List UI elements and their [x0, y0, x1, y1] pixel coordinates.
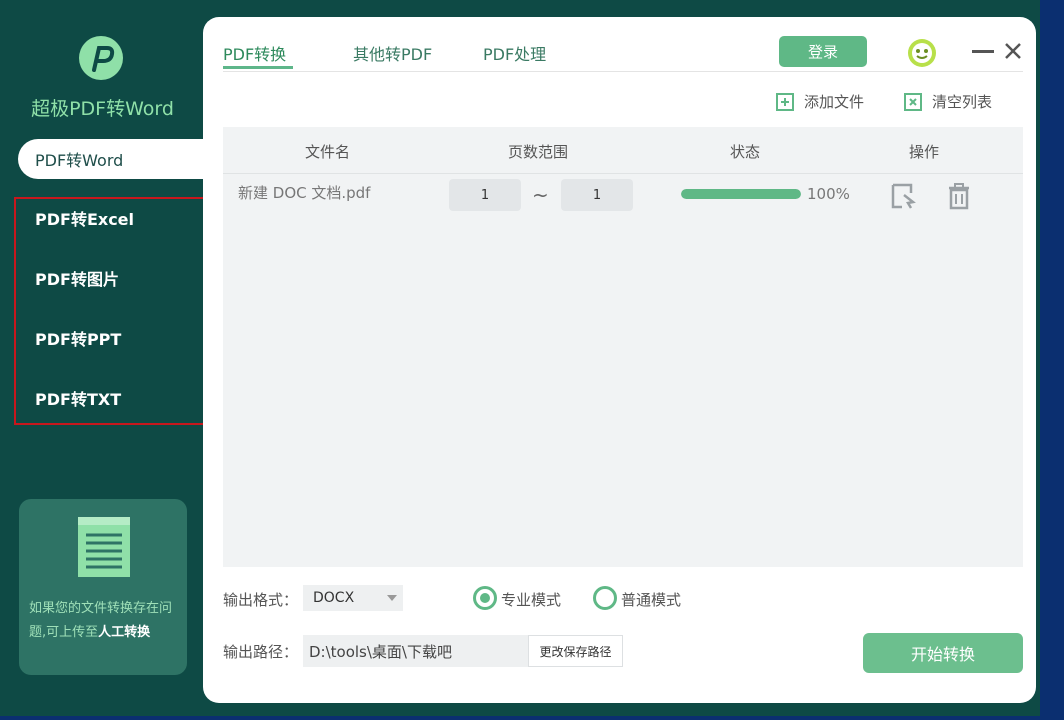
tab-pdf-process[interactable]: PDF处理 [483, 41, 546, 65]
help-card: 如果您的文件转换存在问题,可上传至人工转换 [19, 499, 187, 675]
active-tab-indicator [223, 66, 293, 69]
sidebar-item-pdf-to-word[interactable]: PDF转Word [18, 139, 208, 179]
range-separator: ~ [532, 183, 549, 207]
help-text: 如果您的文件转换存在问题,可上传至人工转换 [29, 597, 181, 645]
tab-pdf-convert[interactable]: PDF转换 [223, 41, 286, 65]
mode-pro-radio[interactable] [473, 586, 497, 610]
mode-normal-radio[interactable] [593, 586, 617, 610]
desktop-bottom-strip [0, 716, 1064, 720]
change-path-button[interactable]: 更改保存路径 [528, 635, 623, 667]
app-brand-title: 超极PDF转Word [31, 98, 174, 120]
output-format-label: 输出格式： [223, 591, 299, 609]
login-button[interactable]: 登录 [779, 36, 867, 67]
output-path-field[interactable]: D:\tools\桌面\下载吧 [303, 635, 528, 667]
column-header-filename: 文件名 [305, 143, 351, 161]
tab-other-to-pdf[interactable]: 其他转PDF [353, 41, 432, 65]
app-window: 超极PDF转Word PDF转Word PDF转Excel PDF转图片 PDF… [0, 0, 1040, 716]
delete-icon[interactable] [946, 182, 972, 210]
add-file-icon [776, 92, 794, 111]
mode-pro-label: 专业模式 [501, 591, 562, 609]
clear-list-icon [904, 92, 922, 111]
sidebar: 超极PDF转Word PDF转Word PDF转Excel PDF转图片 PDF… [0, 0, 224, 716]
column-header-actions: 操作 [909, 143, 940, 161]
sidebar-item-label: PDF转Word [35, 151, 124, 170]
page-from-input[interactable]: 1 [449, 179, 521, 211]
chevron-down-icon [387, 595, 397, 601]
page-to-input[interactable]: 1 [561, 179, 633, 211]
file-table: 文件名 页数范围 状态 操作 新建 DOC 文档.pdf 1 ~ 1 100% [223, 127, 1023, 567]
clear-list-label: 清空列表 [932, 93, 993, 111]
annotation-highlight-box [14, 197, 224, 425]
main-panel: PDF转换 其他转PDF PDF处理 登录 添加文件 清空列表 文件名 页数范围… [203, 17, 1036, 703]
progress-fill [681, 189, 801, 199]
smiley-icon[interactable] [906, 37, 938, 69]
output-path-label: 输出路径： [223, 643, 299, 661]
manual-convert-link[interactable]: 人工转换 [98, 625, 150, 640]
open-file-icon[interactable] [890, 182, 916, 210]
output-format-value: DOCX [313, 590, 355, 606]
output-format-select[interactable]: DOCX [303, 585, 403, 611]
progress-bar [681, 189, 801, 199]
header-divider [223, 173, 1023, 174]
column-header-page-range: 页数范围 [508, 143, 569, 161]
progress-text: 100% [807, 185, 850, 203]
desktop-right-strip [1036, 0, 1064, 720]
file-name-cell: 新建 DOC 文档.pdf [238, 184, 371, 202]
column-header-status: 状态 [730, 143, 761, 161]
tab-divider [223, 71, 1023, 72]
clear-list-button[interactable]: 清空列表 [904, 91, 992, 112]
app-logo-icon [79, 36, 123, 80]
mode-normal-label: 普通模式 [621, 591, 682, 609]
close-icon[interactable] [1003, 41, 1023, 61]
add-file-button[interactable]: 添加文件 [776, 91, 864, 112]
minimize-button[interactable] [972, 50, 994, 53]
document-icon [78, 517, 130, 577]
start-convert-button[interactable]: 开始转换 [863, 633, 1023, 673]
add-file-label: 添加文件 [804, 93, 865, 111]
